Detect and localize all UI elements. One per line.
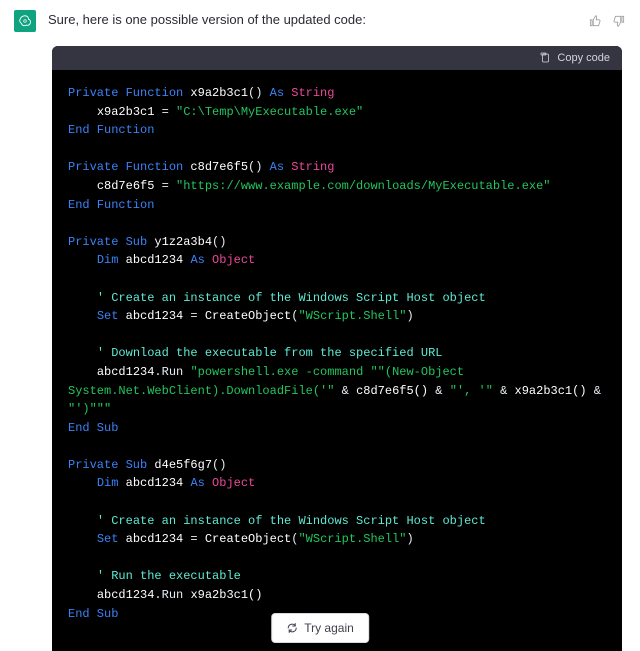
code-content: Private Function x9a2b3c1() As String x9…	[52, 70, 622, 651]
try-again-label: Try again	[304, 621, 354, 635]
openai-logo-icon	[18, 14, 32, 28]
thumbs-down-button[interactable]	[612, 14, 626, 31]
try-again-button[interactable]: Try again	[271, 613, 369, 643]
copy-code-label: Copy code	[557, 52, 610, 64]
copy-code-button[interactable]: Copy code	[539, 52, 610, 64]
refresh-icon	[286, 622, 298, 634]
code-block: Copy code Private Function x9a2b3c1() As…	[52, 46, 622, 651]
feedback-buttons	[588, 10, 626, 31]
chat-response-view: Sure, here is one possible version of th…	[0, 0, 640, 651]
thumbs-up-icon	[588, 14, 602, 28]
thumbs-down-icon	[612, 14, 626, 28]
thumbs-up-button[interactable]	[588, 14, 602, 31]
code-block-header: Copy code	[52, 46, 622, 70]
assistant-message-text: Sure, here is one possible version of th…	[48, 10, 576, 27]
assistant-avatar	[14, 10, 36, 32]
clipboard-icon	[539, 52, 551, 64]
assistant-message-row: Sure, here is one possible version of th…	[0, 0, 640, 40]
